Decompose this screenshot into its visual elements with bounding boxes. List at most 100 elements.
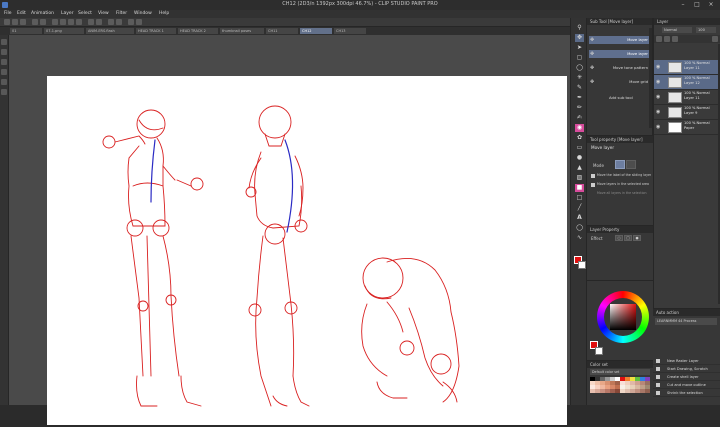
color-set-name[interactable]: Default color set (590, 369, 650, 375)
copy-icon[interactable] (68, 19, 74, 25)
fill-tool-icon[interactable]: ▲ (575, 164, 584, 172)
menu-help[interactable]: Help (159, 10, 169, 18)
layer-row[interactable]: ◉ 100 % Normal Layer 12 (654, 75, 720, 90)
operation-tool-icon[interactable]: ➤ (575, 44, 584, 52)
delete-layer-icon[interactable] (712, 36, 718, 42)
auto-action-item[interactable]: Cut and move outline (653, 381, 720, 389)
drawing-canvas[interactable] (47, 76, 567, 425)
snap-ruler-icon[interactable] (128, 19, 134, 25)
mode-button-2[interactable] (626, 160, 636, 169)
save-icon[interactable] (20, 19, 26, 25)
tab-doc-active[interactable]: CH12 (300, 28, 332, 34)
brush-tool-icon[interactable]: ✍ (575, 114, 584, 122)
menu-window[interactable]: Window (134, 10, 152, 18)
transform-icon[interactable] (96, 19, 102, 25)
eye-icon[interactable]: ◉ (656, 109, 662, 115)
history-icon[interactable] (1, 59, 7, 65)
subtool-move-grid[interactable]: Move grid (589, 78, 651, 86)
pen-tool-icon[interactable]: ✒ (575, 94, 584, 102)
maximize-icon[interactable]: □ (690, 1, 704, 9)
new-raster-layer-icon[interactable] (656, 36, 662, 42)
subtool-scrollbar[interactable] (649, 28, 652, 128)
cut-icon[interactable] (60, 19, 66, 25)
search-icon[interactable] (1, 89, 7, 95)
correct-line-tool-icon[interactable]: ∿ (575, 234, 584, 242)
auto-action-item[interactable]: New Raster Layer (653, 357, 720, 365)
auto-action-item[interactable]: Start Drawing, Scratch (653, 365, 720, 373)
tab-doc-1[interactable]: 01 (10, 28, 42, 34)
new-folder-icon[interactable] (672, 36, 678, 42)
color-swatch-grid[interactable] (590, 377, 650, 403)
menu-animation[interactable]: Animation (31, 10, 54, 18)
paste-icon[interactable] (76, 19, 82, 25)
redo-icon[interactable] (40, 19, 46, 25)
auto-action-item[interactable]: Create shell layer (653, 373, 720, 381)
tab-doc-9[interactable]: CH13 (334, 28, 366, 34)
navigator-icon[interactable] (1, 39, 7, 45)
menu-layer[interactable]: Layer (61, 10, 74, 18)
pencil-tool-icon[interactable]: ✏ (575, 104, 584, 112)
frame-tool-icon[interactable]: □ (575, 194, 584, 202)
subtool-group-move-layer[interactable]: Move layer (589, 36, 651, 44)
figure-tool-icon[interactable]: ■ (575, 184, 584, 192)
layer-row[interactable]: ◉ 100 % Normal Layer 11 (654, 90, 720, 105)
undo-icon[interactable] (32, 19, 38, 25)
checkbox-icon[interactable] (656, 391, 660, 395)
checkbox-icon[interactable] (656, 359, 660, 363)
tab-doc-4[interactable]: HEAD TRACK 1 (136, 28, 176, 34)
eye-icon[interactable]: ◉ (656, 64, 662, 70)
close-icon[interactable]: × (704, 1, 718, 9)
opacity-value[interactable]: 100 (696, 27, 716, 33)
open-file-icon[interactable] (12, 19, 18, 25)
canvas-area[interactable] (9, 35, 570, 425)
new-file-icon[interactable] (4, 19, 10, 25)
layer-row[interactable]: ◉ 100 % Normal Paper (654, 120, 720, 135)
menu-file[interactable]: File (4, 10, 12, 18)
airbrush-tool-icon[interactable]: ◉ (575, 124, 584, 132)
tab-doc-5[interactable]: HEAD TRACK 2 (178, 28, 218, 34)
tab-doc-6[interactable]: thumbnail poses (220, 28, 264, 34)
checkbox-icon[interactable] (656, 375, 660, 379)
effect-tone-button[interactable]: □ (624, 235, 632, 241)
sub-color-swatch[interactable] (578, 261, 586, 269)
zoom-tool-icon[interactable]: ⚲ (575, 24, 584, 32)
option-checkbox-1[interactable] (591, 174, 595, 178)
menu-view[interactable]: View (98, 10, 109, 18)
menu-edit[interactable]: Edit (17, 10, 26, 18)
tab-doc-2[interactable]: 07-1.png (44, 28, 84, 34)
new-vector-layer-icon[interactable] (664, 36, 670, 42)
material-icon[interactable] (1, 69, 7, 75)
gradient-tool-icon[interactable]: ▨ (575, 174, 584, 182)
checkbox-icon[interactable] (656, 383, 660, 387)
minimize-icon[interactable]: – (676, 1, 690, 9)
snap-grid-icon[interactable] (136, 19, 142, 25)
color-saturation-square[interactable] (610, 304, 636, 330)
blend-mode-select[interactable]: Normal (662, 27, 692, 33)
checkbox-icon[interactable] (656, 367, 660, 371)
auto-select-icon[interactable]: ✳ (575, 74, 584, 82)
deselect-icon[interactable] (108, 19, 114, 25)
clear-icon[interactable] (52, 19, 58, 25)
layer-row[interactable]: ◉ 100 % Normal Layer 9 (654, 105, 720, 120)
effect-border-button[interactable]: ○ (615, 235, 623, 241)
info-icon[interactable] (1, 79, 7, 85)
auto-action-item[interactable]: Shrink the selection (653, 389, 720, 397)
subtool-move-layer[interactable]: Move layer (589, 50, 651, 58)
menu-filter[interactable]: Filter (116, 10, 127, 18)
eraser-tool-icon[interactable]: ▭ (575, 144, 584, 152)
sub-view-icon[interactable] (1, 49, 7, 55)
tab-doc-7[interactable]: CH11 (266, 28, 298, 34)
blend-tool-icon[interactable]: ● (575, 154, 584, 162)
effect-color-button[interactable]: ● (633, 235, 641, 241)
lasso-tool-icon[interactable]: ◯ (575, 64, 584, 72)
eye-icon[interactable]: ◉ (656, 79, 662, 85)
sub-color-chip[interactable] (595, 347, 603, 355)
tab-doc-3[interactable]: ANIM-ERS.flash (86, 28, 134, 34)
layer-row[interactable]: ◉ 100 % Normal Layer 11 (654, 60, 720, 75)
mode-button-1[interactable] (615, 160, 625, 169)
invert-selection-icon[interactable] (116, 19, 122, 25)
eye-icon[interactable]: ◉ (656, 94, 662, 100)
auto-action-set-select[interactable]: LEARNMMM 44 Process (655, 318, 717, 325)
selection-tool-icon[interactable]: ▢ (575, 54, 584, 62)
menu-select[interactable]: Select (78, 10, 92, 18)
